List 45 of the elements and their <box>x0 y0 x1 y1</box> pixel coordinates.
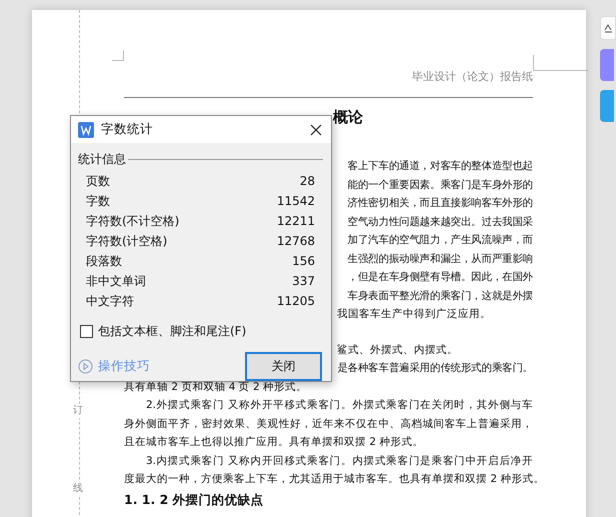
body-text-line: 能的一个重要因素。乘客门是车身外形的 <box>348 178 533 190</box>
stat-value: 11542 <box>276 194 315 208</box>
close-button[interactable]: 关闭 <box>245 352 322 381</box>
body-text-line: 加了汽车的空气阻力，产生风流噪声，而 <box>348 234 533 246</box>
body-text-line: 空气动力性问题越来越突出。过去我国采 <box>348 216 533 228</box>
stat-label: 字符数(不计空格) <box>86 212 180 230</box>
body-text-line: 度最大的一种，方便乘客上下车，尤其适用于城市客车。也具有单摆和双摆 2 种形式。 <box>124 473 544 485</box>
body-text-line: 我国客车生产中得到广泛应用。 <box>337 308 491 320</box>
body-text-line: 客上下车的通道，对客车的整体造型也起 <box>348 160 533 172</box>
crop-mark <box>112 50 124 61</box>
binding-mark: 线 <box>73 482 83 496</box>
stat-value: 337 <box>292 274 315 288</box>
stat-value: 12211 <box>276 214 315 228</box>
stat-value: 156 <box>292 254 315 268</box>
body-text-line: 且在城市客车上也得以推广应用。具有单摆和双摆 2 种形式。 <box>124 436 424 448</box>
crop-mark <box>533 55 588 71</box>
binding-mark: 订 <box>73 404 83 418</box>
stat-label: 页数 <box>86 172 110 190</box>
stat-label: 字符数(计空格) <box>86 232 168 250</box>
body-text-line: 是各种客车普遍采用的传统形式的乘客门。 <box>337 362 533 374</box>
stat-label: 字数 <box>86 192 110 210</box>
dialog-title: 字数统计 <box>101 121 154 138</box>
body-text-line: 生强烈的振动噪声和漏尘，从而严重影响 <box>348 252 533 264</box>
stat-label: 中文字符 <box>86 292 134 310</box>
checkbox-label: 包括文本框、脚注和尾注(F) <box>98 322 246 340</box>
stat-value: 28 <box>300 174 315 188</box>
close-icon[interactable] <box>310 124 322 136</box>
body-text-line: 3.内摆式乘客门 又称内开回移式乘客门。内摆式乘客门是乘客门中开启后净开 <box>146 454 533 468</box>
stat-label: 非中文单词 <box>86 272 146 290</box>
chapter-title: 概论 <box>333 108 363 126</box>
stat-value: 11205 <box>276 294 315 308</box>
stat-label: 段落数 <box>86 252 122 270</box>
checkbox[interactable] <box>80 324 93 338</box>
body-text-line: ，但是在车身侧壁有导槽。因此，在国外 <box>348 271 533 283</box>
app-logo-icon <box>78 122 94 138</box>
body-text-line: 车身表面平整光滑的乘客门，这就是外摆 <box>348 290 533 302</box>
body-text-line: 济性密切相关，而且直接影响客车外形的 <box>348 197 533 209</box>
body-text-line: 鲨式、外摆式、内摆式。 <box>337 344 458 356</box>
group-label: 统计信息 <box>78 150 126 168</box>
body-text-line: 2.外摆式乘客门 又称外开平移式乘客门。外摆式乘客门在关闭时，其外侧与车 <box>146 398 533 413</box>
body-text-line: 身外侧面平齐，密封效果、美观性好，近年来不仅在中、高档城间客车上普遍采用， <box>124 416 533 432</box>
rail-tool-icon[interactable] <box>600 16 616 40</box>
section-heading: 1. 1. 2 外摆门的优缺点 <box>124 492 264 506</box>
page-header: 毕业设计（论文）报告纸 <box>412 70 533 83</box>
stat-value: 12768 <box>276 234 315 248</box>
